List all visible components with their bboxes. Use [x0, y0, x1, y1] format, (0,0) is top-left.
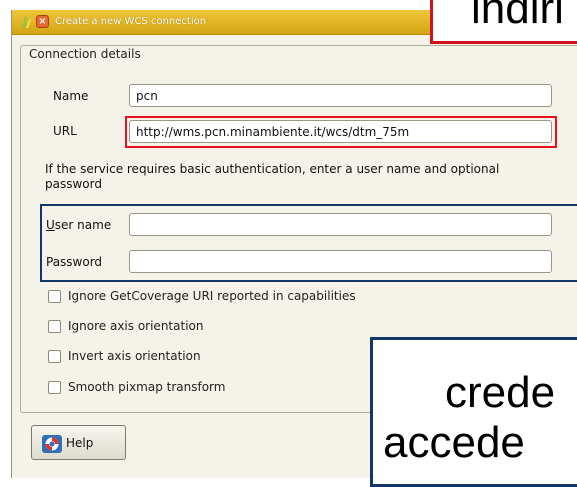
annotation-text-line1: crede: [445, 368, 556, 417]
name-input[interactable]: pcn: [129, 84, 552, 107]
url-label: URL: [53, 124, 77, 138]
checkbox[interactable]: [48, 290, 61, 303]
annotation-box-bottom: crede accede: [370, 337, 577, 487]
group-title: Connection details: [26, 47, 144, 61]
auth-info-text: If the service requires basic authentica…: [45, 162, 500, 191]
annotation-box-top: indiri: [430, 0, 577, 44]
option-label: Invert axis orientation: [68, 349, 201, 363]
username-label-mnemonic: U: [46, 218, 55, 232]
checkbox[interactable]: [48, 381, 61, 394]
checkbox[interactable]: [48, 350, 61, 363]
annotation-text-line2: accede: [383, 418, 525, 467]
help-button[interactable]: Help: [31, 425, 126, 460]
username-input[interactable]: [129, 213, 552, 236]
password-label: Password: [46, 255, 103, 269]
qgis-logo-icon: [22, 16, 31, 28]
window-title: Create a new WCS connection: [55, 16, 207, 27]
option-label: Ignore GetCoverage URI reported in capab…: [68, 289, 356, 303]
url-highlight: [125, 116, 557, 148]
close-icon[interactable]: ×: [36, 15, 49, 28]
checkbox[interactable]: [48, 320, 61, 333]
help-label: Help: [66, 436, 94, 450]
option-label: Ignore axis orientation: [68, 319, 204, 333]
help-lifebuoy-icon: [42, 435, 62, 453]
password-input[interactable]: [129, 250, 552, 273]
option-label: Smooth pixmap transform: [68, 380, 226, 394]
username-label: User name: [46, 218, 111, 232]
username-label-rest: ser name: [54, 218, 112, 232]
name-label: Name: [53, 89, 89, 103]
annotation-text-top: indiri: [471, 0, 564, 33]
